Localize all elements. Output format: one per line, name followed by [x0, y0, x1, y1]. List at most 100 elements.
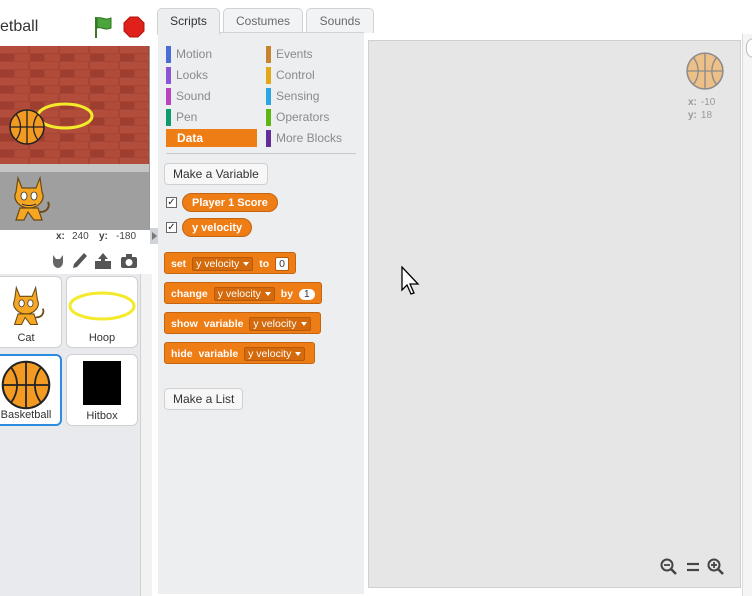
- variable-dropdown[interactable]: y velocity: [249, 317, 311, 331]
- stage-floor-stripe: [0, 164, 149, 172]
- value-input[interactable]: 0: [275, 257, 290, 271]
- zoom-reset-icon[interactable]: [683, 557, 703, 577]
- block-keyword: variable: [203, 318, 244, 330]
- set-variable-block[interactable]: set y velocity to 0: [164, 252, 297, 274]
- category-motion[interactable]: Motion: [166, 45, 258, 63]
- scripts-area[interactable]: x: -10 y: 18: [368, 40, 741, 588]
- sprite-tile-hitbox[interactable]: Hitbox: [66, 354, 138, 426]
- variable-dropdown[interactable]: y velocity: [192, 257, 254, 271]
- editor-tabs: Scripts Costumes Sounds: [152, 0, 752, 35]
- sprite-list-scrollbar[interactable]: [140, 274, 152, 596]
- category-more-blocks[interactable]: More Blocks: [266, 129, 362, 147]
- stage-header: etball: [0, 0, 152, 48]
- hoop-thumbnail: [68, 291, 136, 321]
- tab-scripts[interactable]: Scripts: [157, 8, 220, 35]
- green-flag-icon[interactable]: [92, 15, 114, 39]
- stage-mouse-coords: x: 240 y: -180: [0, 230, 150, 244]
- sprite-tile-hoop[interactable]: Hoop: [66, 276, 138, 348]
- sprite-library-icon[interactable]: [48, 251, 68, 271]
- scripts-area-scrollbar[interactable]: [742, 34, 752, 596]
- palette-divider: [166, 153, 356, 154]
- category-swatch: [166, 46, 171, 63]
- sprite-x-readout: x: -10: [688, 97, 715, 108]
- zoom-controls: [655, 555, 729, 577]
- stage-collapse-toggle[interactable]: [150, 228, 158, 244]
- sprite-y-label: y:: [688, 110, 697, 121]
- upload-icon[interactable]: [93, 251, 113, 271]
- category-sensing[interactable]: Sensing: [266, 87, 362, 105]
- category-label: Sensing: [276, 89, 320, 103]
- block-keyword: set: [171, 258, 187, 270]
- category-swatch: [166, 109, 171, 126]
- category-data[interactable]: Data: [166, 129, 257, 147]
- camera-icon[interactable]: [119, 251, 139, 271]
- tab-costumes[interactable]: Costumes: [223, 8, 303, 33]
- zoom-out-icon[interactable]: [659, 557, 679, 577]
- block-keyword: variable: [198, 348, 239, 360]
- new-sprite-bar: [0, 246, 150, 274]
- variable-reporter-player-1-score[interactable]: Player 1 Score: [182, 193, 278, 212]
- category-label: Events: [276, 47, 313, 61]
- variable-reporter-y-velocity[interactable]: y velocity: [182, 218, 253, 237]
- basketball-thumbnail: [1, 360, 51, 410]
- zoom-in-icon[interactable]: [706, 557, 726, 577]
- tab-sounds[interactable]: Sounds: [306, 8, 374, 33]
- category-pen[interactable]: Pen: [166, 108, 258, 126]
- category-label: More Blocks: [276, 131, 343, 145]
- make-variable-button[interactable]: Make a Variable: [164, 163, 268, 185]
- stage-canvas[interactable]: [0, 46, 150, 230]
- current-sprite-thumbnail: [686, 52, 724, 90]
- category-swatch: [166, 88, 171, 105]
- hide-variable-block[interactable]: hide variable y velocity: [164, 342, 316, 364]
- change-variable-block[interactable]: change y velocity by 1: [164, 282, 322, 304]
- variable-dropdown[interactable]: y velocity: [244, 347, 306, 361]
- category-swatch: [266, 130, 271, 147]
- category-label: Control: [276, 68, 315, 82]
- sprite-name: Hoop: [88, 332, 116, 344]
- show-variable-block[interactable]: show variable y velocity: [164, 312, 321, 334]
- basketball-sprite[interactable]: [8, 108, 46, 146]
- sprite-x-value: -10: [700, 97, 716, 108]
- sprite-name: Basketball: [0, 409, 52, 421]
- block-keyword: hide: [171, 348, 193, 360]
- category-label: Pen: [176, 110, 198, 124]
- block-palette: Motion Looks Sound Pen Data Events Contr…: [158, 32, 364, 594]
- cat-thumbnail: [13, 285, 45, 326]
- make-list-button[interactable]: Make a List: [164, 388, 244, 410]
- block-keyword: change: [171, 288, 208, 300]
- category-control[interactable]: Control: [266, 66, 362, 84]
- category-label: Motion: [176, 47, 213, 61]
- sprite-name: Cat: [17, 332, 35, 344]
- sprite-tile-cat[interactable]: Cat: [0, 276, 62, 348]
- category-swatch: [266, 46, 271, 63]
- mouse-cursor-icon: [401, 266, 420, 295]
- sprite-x-label: x:: [688, 97, 697, 108]
- category-swatch: [166, 67, 171, 84]
- category-label: Looks: [176, 68, 209, 82]
- block-keyword: by: [280, 288, 294, 300]
- category-sound[interactable]: Sound: [166, 87, 258, 105]
- category-events[interactable]: Events: [266, 45, 362, 63]
- stop-icon[interactable]: [123, 16, 145, 38]
- hitbox-thumbnail: [83, 361, 121, 405]
- sprite-y-readout: y: 18: [688, 110, 712, 121]
- category-swatch: [266, 109, 271, 126]
- sprite-name: Hitbox: [86, 410, 118, 422]
- variable-dropdown[interactable]: y velocity: [213, 287, 275, 301]
- category-swatch: [266, 67, 271, 84]
- sprite-tile-basketball[interactable]: Basketball: [0, 354, 62, 426]
- coord-x-value: 240: [72, 231, 89, 242]
- sprite-y-value: 18: [700, 110, 713, 121]
- coord-y-label: y:: [99, 231, 108, 242]
- cat-sprite[interactable]: [4, 172, 54, 226]
- paint-sprite-icon[interactable]: [70, 251, 90, 271]
- variable-monitor-checkbox[interactable]: ✓: [166, 222, 177, 233]
- value-input[interactable]: 1: [298, 289, 315, 300]
- backpack-handle[interactable]: [746, 38, 752, 58]
- variable-monitor-checkbox[interactable]: ✓: [166, 197, 177, 208]
- project-title[interactable]: etball: [0, 18, 38, 36]
- category-label: Data: [177, 131, 204, 145]
- category-label: Sound: [176, 89, 211, 103]
- category-operators[interactable]: Operators: [266, 108, 362, 126]
- category-looks[interactable]: Looks: [166, 66, 258, 84]
